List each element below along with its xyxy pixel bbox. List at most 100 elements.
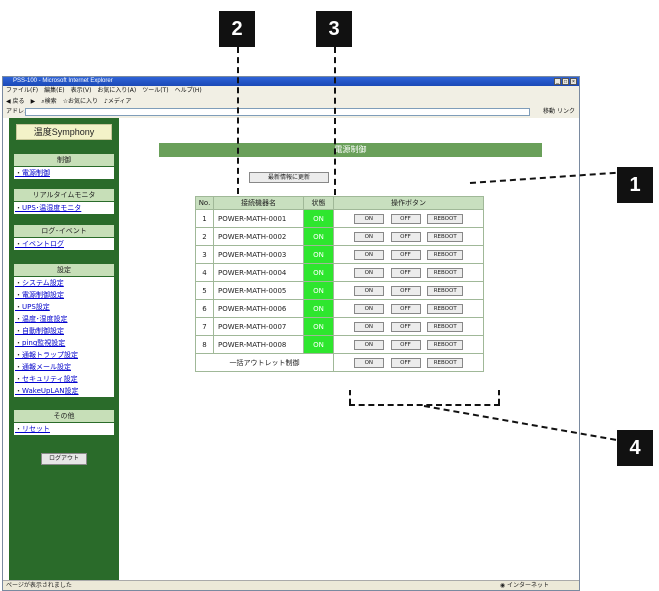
cell-no: 3 [195, 245, 214, 264]
menu-edit[interactable]: 編集(E) [44, 86, 64, 96]
cell-no: 5 [195, 281, 214, 300]
section-body-log: イベントログ [14, 238, 114, 250]
logout-button[interactable]: ログアウト [41, 453, 87, 465]
reboot-button[interactable]: REBOOT [427, 285, 464, 296]
nav-system-settings[interactable]: システム設定 [14, 277, 114, 289]
on-button[interactable]: ON [353, 321, 384, 332]
bulk-actions: ON OFF REBOOT [333, 353, 484, 372]
reboot-button[interactable]: REBOOT [427, 267, 464, 278]
on-button[interactable]: ON [353, 339, 384, 350]
reboot-button[interactable]: REBOOT [427, 303, 464, 314]
on-button[interactable]: ON [353, 231, 384, 242]
nav-reset[interactable]: リセット [14, 423, 114, 435]
table-row: 8 POWER-MATH-0008 ON ON OFF REBOOT [195, 335, 484, 354]
go-button[interactable]: 移動 リンク [543, 107, 575, 117]
off-button[interactable]: OFF [390, 321, 421, 332]
on-button[interactable]: ON [353, 213, 384, 224]
cell-actions: ON OFF REBOOT [333, 281, 484, 300]
reboot-button[interactable]: REBOOT [427, 339, 464, 350]
bulk-off-button[interactable]: OFF [390, 357, 421, 368]
menu-tools[interactable]: ツール(T) [142, 86, 168, 96]
off-button[interactable]: OFF [390, 267, 421, 278]
nav-power-settings[interactable]: 電源制御設定 [14, 289, 114, 301]
toolbar: ◀ 戻る ▶ ⌕検索 ☆お気に入り ♪メディア [3, 96, 579, 107]
bulk-reboot-button[interactable]: REBOOT [427, 357, 464, 368]
col-actions: 操作ボタン [333, 196, 484, 210]
cell-device-name: POWER-MATH-0001 [213, 209, 304, 228]
sidebar: 温度Symphony 制御 電源制御 リアルタイムモニタ UPS･温湿度モニタ … [9, 118, 119, 581]
cell-no: 2 [195, 227, 214, 246]
on-button[interactable]: ON [353, 249, 384, 260]
nav-ping-settings[interactable]: ping監視設定 [14, 337, 114, 349]
table-body: 1 POWER-MATH-0001 ON ON OFF REBOOT 2 POWER-MA… [195, 209, 484, 372]
nav-temp-settings[interactable]: 温度･湿度設定 [14, 313, 114, 325]
table-row: 5 POWER-MATH-0005 ON ON OFF REBOOT [195, 281, 484, 300]
back-button[interactable]: ◀ 戻る [6, 96, 25, 107]
menu-file[interactable]: ファイル(F) [6, 86, 38, 96]
callout-bracket-left [349, 390, 351, 404]
nav-auto-control-settings[interactable]: 自動制御設定 [14, 325, 114, 337]
section-body-settings: システム設定 電源制御設定 UPS設定 温度･湿度設定 自動制御設定 ping監… [14, 277, 114, 397]
status-bar: ページが表示されました ◉ インターネット [3, 580, 579, 590]
window-title: PSS-100 - Microsoft Internet Explorer [13, 78, 113, 84]
nav-wakeuplan-settings[interactable]: WakeUpLAN設定 [14, 385, 114, 397]
callout-badge-3: 3 [316, 11, 352, 47]
nav-power-control[interactable]: 電源制御 [14, 167, 114, 179]
on-button[interactable]: ON [353, 285, 384, 296]
on-button[interactable]: ON [353, 303, 384, 314]
section-head-settings: 設定 [14, 264, 114, 276]
reboot-button[interactable]: REBOOT [427, 321, 464, 332]
reboot-button[interactable]: REBOOT [427, 231, 464, 242]
off-button[interactable]: OFF [390, 213, 421, 224]
section-head-monitor: リアルタイムモニタ [14, 189, 114, 201]
table-row: 6 POWER-MATH-0006 ON ON OFF REBOOT [195, 299, 484, 318]
table-row: 4 POWER-MATH-0004 ON ON OFF REBOOT [195, 263, 484, 282]
callout-badge-2: 2 [219, 11, 255, 47]
off-button[interactable]: OFF [390, 285, 421, 296]
links-label: リンク [556, 108, 575, 115]
off-button[interactable]: OFF [390, 249, 421, 260]
section-body-monitor: UPS･温湿度モニタ [14, 202, 114, 214]
nav-mail-settings[interactable]: 通報メール設定 [14, 361, 114, 373]
refresh-button[interactable]: 最新情報に更新 [249, 172, 329, 183]
menu-view[interactable]: 表示(V) [71, 86, 92, 96]
reboot-button[interactable]: REBOOT [427, 249, 464, 260]
media-button[interactable]: ♪メディア [104, 96, 131, 107]
menu-help[interactable]: ヘルプ(H) [175, 86, 202, 96]
status-badge: ON [303, 281, 334, 300]
nav-event-log[interactable]: イベントログ [14, 238, 114, 250]
cell-no: 4 [195, 263, 214, 282]
close-icon[interactable]: × [570, 78, 577, 85]
forward-icon[interactable]: ▶ [31, 96, 36, 107]
menu-favorites[interactable]: お気に入り(A) [97, 86, 136, 96]
nav-security-settings[interactable]: セキュリティ設定 [14, 373, 114, 385]
col-no: No. [195, 196, 214, 210]
maximize-icon[interactable]: □ [562, 78, 569, 85]
status-badge: ON [303, 335, 334, 354]
web-page: 温度Symphony 制御 電源制御 リアルタイムモニタ UPS･温湿度モニタ … [3, 118, 579, 581]
search-button[interactable]: ⌕検索 [41, 96, 56, 107]
section-head-control: 制御 [14, 154, 114, 166]
cell-no: 8 [195, 335, 214, 354]
off-button[interactable]: OFF [390, 339, 421, 350]
off-button[interactable]: OFF [390, 231, 421, 242]
media-label: メディア [107, 98, 132, 105]
section-head-other: その他 [14, 410, 114, 422]
window-controls: _ □ × [554, 78, 577, 85]
cell-device-name: POWER-MATH-0005 [213, 281, 304, 300]
reboot-button[interactable]: REBOOT [427, 213, 464, 224]
status-badge: ON [303, 299, 334, 318]
cell-device-name: POWER-MATH-0006 [213, 299, 304, 318]
outlet-table: No. 接続機器名 状態 操作ボタン 1 POWER-MATH-0001 ON ON … [195, 196, 484, 372]
on-button[interactable]: ON [353, 267, 384, 278]
browser-window: PSS-100 - Microsoft Internet Explorer _ … [2, 76, 580, 591]
favorites-button[interactable]: ☆お気に入り [63, 96, 98, 107]
off-button[interactable]: OFF [390, 303, 421, 314]
address-input[interactable] [25, 108, 530, 116]
nav-trap-settings[interactable]: 通報トラップ設定 [14, 349, 114, 361]
minimize-icon[interactable]: _ [554, 78, 561, 85]
nav-ups-settings[interactable]: UPS設定 [14, 301, 114, 313]
table-row: 7 POWER-MATH-0007 ON ON OFF REBOOT [195, 317, 484, 336]
nav-ups-monitor[interactable]: UPS･温湿度モニタ [14, 202, 114, 214]
bulk-on-button[interactable]: ON [353, 357, 384, 368]
